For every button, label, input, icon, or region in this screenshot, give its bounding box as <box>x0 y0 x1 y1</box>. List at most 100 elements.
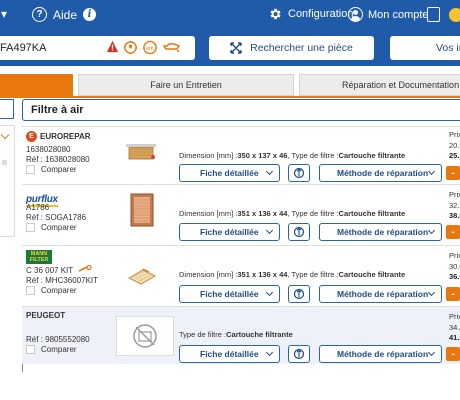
brand-name: EUROREPAR <box>40 132 91 141</box>
product-row: MANN FILTER C 36 007 KIT Réf : MHC36007K… <box>22 245 460 303</box>
product-ref-code: Réf : 1638028080 <box>26 155 90 164</box>
incidents-label: Vos inci <box>436 42 460 54</box>
repair-method-button[interactable]: Méthode de réparation <box>319 223 442 241</box>
decrement-quantity-button[interactable]: - <box>446 225 460 239</box>
details-label: Fiche détaillée <box>200 168 259 178</box>
tab-maintenance[interactable]: Faire un Entretien <box>78 74 294 96</box>
repair-method-label: Méthode de réparation <box>337 349 429 359</box>
chevron-down-icon <box>265 288 274 297</box>
document-icon[interactable] <box>427 7 440 22</box>
spec-type-value: Cartouche filtrante <box>338 151 406 160</box>
repair-tool-button[interactable] <box>288 285 310 303</box>
mileage-icon[interactable]: km <box>142 40 158 55</box>
product-specs: Dimension [mm] :350 x 137 x 46, Type de … <box>179 151 405 160</box>
checkbox-icon[interactable] <box>26 165 35 174</box>
category-title-label: Filtre à air <box>31 104 84 116</box>
decrement-quantity-button[interactable]: - <box>446 347 460 361</box>
wrench-gear-icon <box>293 226 305 238</box>
brand-logo-mann: MANN FILTER <box>26 250 52 264</box>
price-label: Prix <box>449 130 460 139</box>
tab-repair-label: Réparation et Documentation Techni <box>342 80 460 90</box>
compare-label: Comparer <box>41 286 77 295</box>
close-icon[interactable]: ⊗ <box>1 158 8 167</box>
maintenance-icon[interactable] <box>123 40 138 55</box>
spec-type-value: Cartouche filtrante <box>226 330 293 339</box>
notification-indicator[interactable] <box>449 8 460 22</box>
chevron-down-icon <box>265 348 274 357</box>
decrement-quantity-button[interactable]: - <box>446 166 460 180</box>
tab-active[interactable] <box>0 74 73 96</box>
product-ref-code: Réf : 9805552080 <box>26 335 90 344</box>
spec-type-label: , Type de filtre : <box>287 151 339 160</box>
search-part-label: Rechercher une pièce <box>250 42 353 54</box>
user-icon <box>348 7 363 22</box>
configuration-link[interactable]: Configuration <box>268 7 353 21</box>
spec-dimension-value: 351 x 136 x 44 <box>237 270 288 279</box>
chevron-down-icon[interactable]: ▾ <box>1 7 7 21</box>
wrench-gear-icon <box>293 288 305 300</box>
price-incl-tax: 41.3 <box>449 333 460 342</box>
search-part-button[interactable]: Rechercher une pièce <box>209 36 374 60</box>
help-link[interactable]: ? Aide <box>32 7 77 22</box>
cursor-marker <box>22 364 23 372</box>
checkbox-icon[interactable] <box>26 286 35 295</box>
category-title: Filtre à air <box>22 99 460 121</box>
wrench-gear-icon <box>293 348 305 360</box>
compare-checkbox[interactable]: Comparer <box>26 223 77 232</box>
details-button[interactable]: Fiche détaillée <box>179 285 280 303</box>
incidents-button[interactable]: Vos inci <box>390 36 460 60</box>
checkbox-icon[interactable] <box>26 223 35 232</box>
details-button[interactable]: Fiche détaillée <box>179 223 280 241</box>
compare-checkbox[interactable]: Comparer <box>26 345 77 354</box>
spec-dimension-label: Dimension [mm] : <box>179 270 238 279</box>
spec-type-value: Cartouche filtrante <box>338 209 406 218</box>
sidebar-search-box[interactable] <box>0 99 14 119</box>
info-icon[interactable]: i <box>83 8 96 21</box>
help-icon: ? <box>32 7 47 22</box>
product-image[interactable] <box>125 264 159 288</box>
no-image-icon <box>133 324 157 348</box>
compare-checkbox[interactable]: Comparer <box>26 165 77 174</box>
product-row: PEUGEOT Réf : 9805552080 Comparer Type d… <box>22 306 460 364</box>
repair-tool-button[interactable] <box>288 223 310 241</box>
product-specs: Dimension [mm] :351 x 136 x 44, Type de … <box>179 270 405 279</box>
repair-tool-button[interactable] <box>288 164 310 182</box>
oil-can-icon[interactable] <box>162 40 180 54</box>
svg-text:km: km <box>146 46 154 52</box>
repair-method-label: Méthode de réparation <box>337 168 429 178</box>
details-button[interactable]: Fiche détaillée <box>179 164 280 182</box>
spec-type-label: Type de filtre : <box>179 330 227 339</box>
repair-tool-button[interactable] <box>288 345 310 363</box>
decrement-quantity-button[interactable]: - <box>446 287 460 301</box>
vehicle-search-bar: FA497KA Rechercher une pièce Vos inci <box>0 30 460 66</box>
expand-arrows-icon <box>230 42 242 54</box>
repair-method-button[interactable]: Méthode de réparation <box>319 285 442 303</box>
price-label: Prix <box>449 190 460 199</box>
details-label: Fiche détaillée <box>200 289 259 299</box>
help-label: Aide <box>53 7 78 22</box>
checkbox-icon[interactable] <box>26 345 35 354</box>
price-excl-tax: 34.4 <box>449 323 460 332</box>
warning-icon[interactable] <box>106 40 119 53</box>
compare-checkbox[interactable]: Comparer <box>26 286 77 295</box>
price-excl-tax: 20.9 <box>449 141 460 150</box>
spec-type-label: , Type de filtre : <box>287 270 339 279</box>
price-excl-tax: 32.3 <box>449 201 460 210</box>
chevron-down-icon <box>265 226 274 235</box>
product-image[interactable] <box>125 191 159 229</box>
product-specs: Dimension [mm] :351 x 136 x 44, Type de … <box>179 209 405 218</box>
wrench-icon <box>78 265 92 272</box>
repair-method-label: Méthode de réparation <box>337 289 429 299</box>
product-reference: A1786 <box>26 203 50 212</box>
product-image-placeholder[interactable] <box>116 316 174 356</box>
gear-icon <box>270 8 281 20</box>
tab-repair-documentation[interactable]: Réparation et Documentation Techni <box>299 74 460 96</box>
details-button[interactable]: Fiche détaillée <box>179 345 280 363</box>
product-ref-code: Réf : SOGA1786 <box>26 213 87 222</box>
product-image[interactable] <box>125 139 159 165</box>
sidebar-panel <box>0 125 15 237</box>
repair-method-button[interactable]: Méthode de réparation <box>319 345 442 363</box>
repair-method-button[interactable]: Méthode de réparation <box>319 164 442 182</box>
account-link[interactable]: Mon compte <box>348 7 429 22</box>
spec-dimension-value: 351 x 136 x 44 <box>237 209 288 218</box>
